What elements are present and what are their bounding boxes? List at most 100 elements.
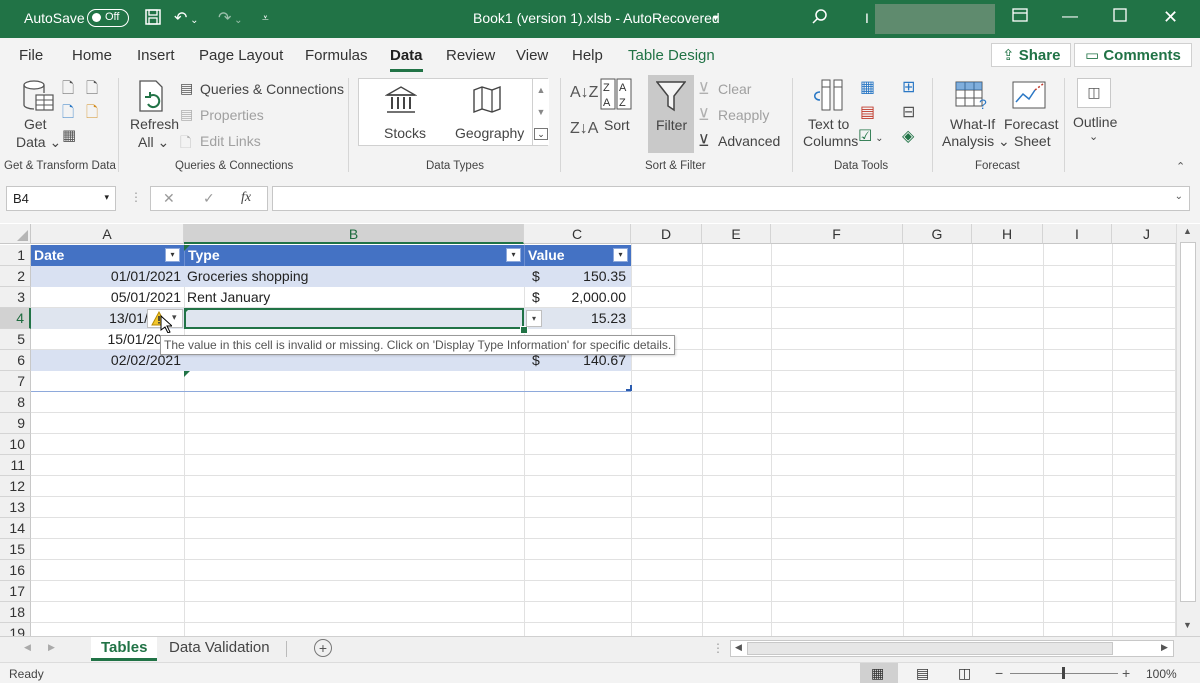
- search-icon[interactable]: [811, 8, 829, 31]
- add-sheet-icon[interactable]: +: [314, 639, 332, 657]
- column-header-e[interactable]: E: [702, 224, 771, 244]
- filter-icon[interactable]: [655, 80, 687, 118]
- ribbon-display-icon[interactable]: [1012, 8, 1028, 27]
- save-icon[interactable]: [144, 8, 162, 31]
- tab-file[interactable]: File: [19, 47, 43, 64]
- zoom-slider-thumb[interactable]: [1062, 667, 1065, 679]
- prev-sheet-icon[interactable]: ◀: [24, 642, 31, 653]
- column-header-d[interactable]: D: [631, 224, 702, 244]
- confirm-entry-icon[interactable]: ✓: [203, 190, 215, 207]
- tab-data[interactable]: Data: [390, 47, 423, 72]
- zoom-in-icon[interactable]: +: [1122, 665, 1130, 681]
- sheet-tab-data-validation[interactable]: Data Validation: [159, 637, 280, 661]
- cell-c4[interactable]: 15.23: [540, 308, 626, 329]
- tab-table-design[interactable]: Table Design: [628, 47, 715, 64]
- tab-review[interactable]: Review: [446, 47, 495, 64]
- data-validation-icon[interactable]: ☑ ⌄: [858, 126, 884, 146]
- row-header-19[interactable]: 19: [0, 623, 31, 636]
- get-data-label-1[interactable]: Get: [24, 116, 47, 132]
- cell-a3[interactable]: 05/01/2021: [31, 287, 181, 308]
- sort-icon[interactable]: ZAAZ: [600, 78, 632, 116]
- row-header-6[interactable]: 6: [0, 350, 31, 371]
- consolidate-icon[interactable]: ⊞: [902, 77, 915, 97]
- row-header-18[interactable]: 18: [0, 602, 31, 623]
- forecast-sheet-label-2[interactable]: Sheet: [1014, 133, 1051, 149]
- comments-button[interactable]: ▭ Comments: [1074, 43, 1192, 67]
- row-header-1[interactable]: 1: [0, 245, 31, 266]
- row-header-13[interactable]: 13: [0, 497, 31, 518]
- scroll-right-icon[interactable]: ▶: [1161, 642, 1168, 653]
- remove-duplicates-icon[interactable]: ▤: [860, 102, 875, 122]
- filter-button[interactable]: Filter: [656, 117, 687, 133]
- cell-b4-active[interactable]: [184, 308, 524, 329]
- collapse-ribbon-icon[interactable]: ⌃: [1176, 160, 1185, 173]
- close-icon[interactable]: ✕: [1163, 7, 1178, 28]
- page-layout-view-icon[interactable]: ▤: [916, 665, 929, 682]
- filter-dropdown-type[interactable]: ▾: [506, 248, 521, 262]
- filter-dropdown-value[interactable]: ▾: [613, 248, 628, 262]
- column-header-g[interactable]: G: [903, 224, 972, 244]
- clear-button[interactable]: Clear: [718, 81, 751, 97]
- refresh-all-label-2[interactable]: All ⌄: [138, 134, 169, 151]
- geography-icon[interactable]: [471, 85, 503, 121]
- tab-formulas[interactable]: Formulas: [305, 47, 368, 64]
- row-header-7[interactable]: 7: [0, 371, 31, 392]
- column-header-f[interactable]: F: [771, 224, 903, 244]
- sheet-tab-tables[interactable]: Tables: [91, 637, 158, 661]
- scroll-left-icon[interactable]: ◀: [735, 642, 742, 653]
- cell-c3[interactable]: 2,000.00: [540, 287, 627, 308]
- filter-dropdown-date[interactable]: ▾: [165, 248, 180, 262]
- select-all-corner[interactable]: [0, 224, 31, 244]
- formula-input[interactable]: ⌄: [272, 186, 1190, 211]
- page-break-view-icon[interactable]: ◫: [958, 665, 971, 682]
- zoom-out-icon[interactable]: −: [995, 665, 1003, 681]
- row-header-12[interactable]: 12: [0, 476, 31, 497]
- customize-qat-icon[interactable]: ⩡: [262, 11, 269, 26]
- tab-view[interactable]: View: [516, 47, 548, 64]
- relationships-icon[interactable]: ⊟: [902, 102, 915, 122]
- row-header-11[interactable]: 11: [0, 455, 31, 476]
- share-button[interactable]: ⇪ Share: [991, 43, 1072, 67]
- sort-button[interactable]: Sort: [604, 117, 630, 133]
- column-header-b[interactable]: B: [184, 224, 524, 244]
- reapply-button[interactable]: Reapply: [718, 107, 769, 123]
- existing-connections-icon[interactable]: 🗋: [86, 102, 98, 127]
- cell-a2[interactable]: 01/01/2021: [31, 266, 181, 287]
- cancel-entry-icon[interactable]: ✕: [163, 190, 175, 207]
- tab-page-layout[interactable]: Page Layout: [199, 47, 283, 64]
- outline-chevron-icon[interactable]: ⌄: [1089, 130, 1098, 143]
- column-header-j[interactable]: J: [1112, 224, 1176, 244]
- scroll-up-icon[interactable]: ▲: [1183, 226, 1192, 236]
- text-to-columns-label-1[interactable]: Text to: [808, 116, 849, 132]
- vertical-scroll-thumb[interactable]: [1180, 242, 1196, 602]
- name-box[interactable]: B4 ▾: [6, 186, 116, 211]
- sort-az-icon[interactable]: A↓Z: [570, 84, 598, 102]
- text-to-columns-icon[interactable]: [812, 78, 846, 118]
- worksheet-grid[interactable]: A B C D E F G H I J Date ▾ Type ▾ Value ▾ 0…: [0, 224, 1176, 636]
- tab-split-grip-icon[interactable]: ⋮: [712, 641, 724, 655]
- advanced-button[interactable]: Advanced: [718, 133, 780, 149]
- from-text-icon[interactable]: 🗋: [62, 78, 74, 103]
- sort-za-icon[interactable]: Z↓A: [570, 120, 598, 138]
- row-header-5[interactable]: 5: [0, 329, 31, 350]
- what-if-label-1[interactable]: What-If: [950, 116, 995, 132]
- insert-function-icon[interactable]: fx: [241, 190, 251, 206]
- forecast-sheet-label-1[interactable]: Forecast: [1004, 116, 1058, 132]
- horizontal-scroll-thumb[interactable]: [747, 642, 1113, 655]
- tab-home[interactable]: Home: [72, 47, 112, 64]
- data-model-icon[interactable]: ◈: [902, 126, 914, 146]
- autosave-toggle[interactable]: Off: [87, 9, 129, 27]
- flash-fill-icon[interactable]: ▦: [860, 77, 875, 97]
- get-data-icon[interactable]: [20, 78, 56, 120]
- column-header-h[interactable]: H: [972, 224, 1043, 244]
- row-header-15[interactable]: 15: [0, 539, 31, 560]
- outline-button[interactable]: Outline: [1073, 114, 1117, 130]
- forecast-sheet-icon[interactable]: [1012, 80, 1046, 116]
- what-if-label-2[interactable]: Analysis ⌄: [942, 133, 1010, 150]
- cell-a6[interactable]: 02/02/2021: [31, 350, 181, 371]
- maximize-icon[interactable]: [1113, 8, 1127, 27]
- undo-icon[interactable]: ↶ ⌄: [174, 8, 199, 28]
- stocks-button[interactable]: Stocks: [384, 125, 426, 141]
- row-header-2[interactable]: 2: [0, 266, 31, 287]
- geography-button[interactable]: Geography: [455, 125, 524, 141]
